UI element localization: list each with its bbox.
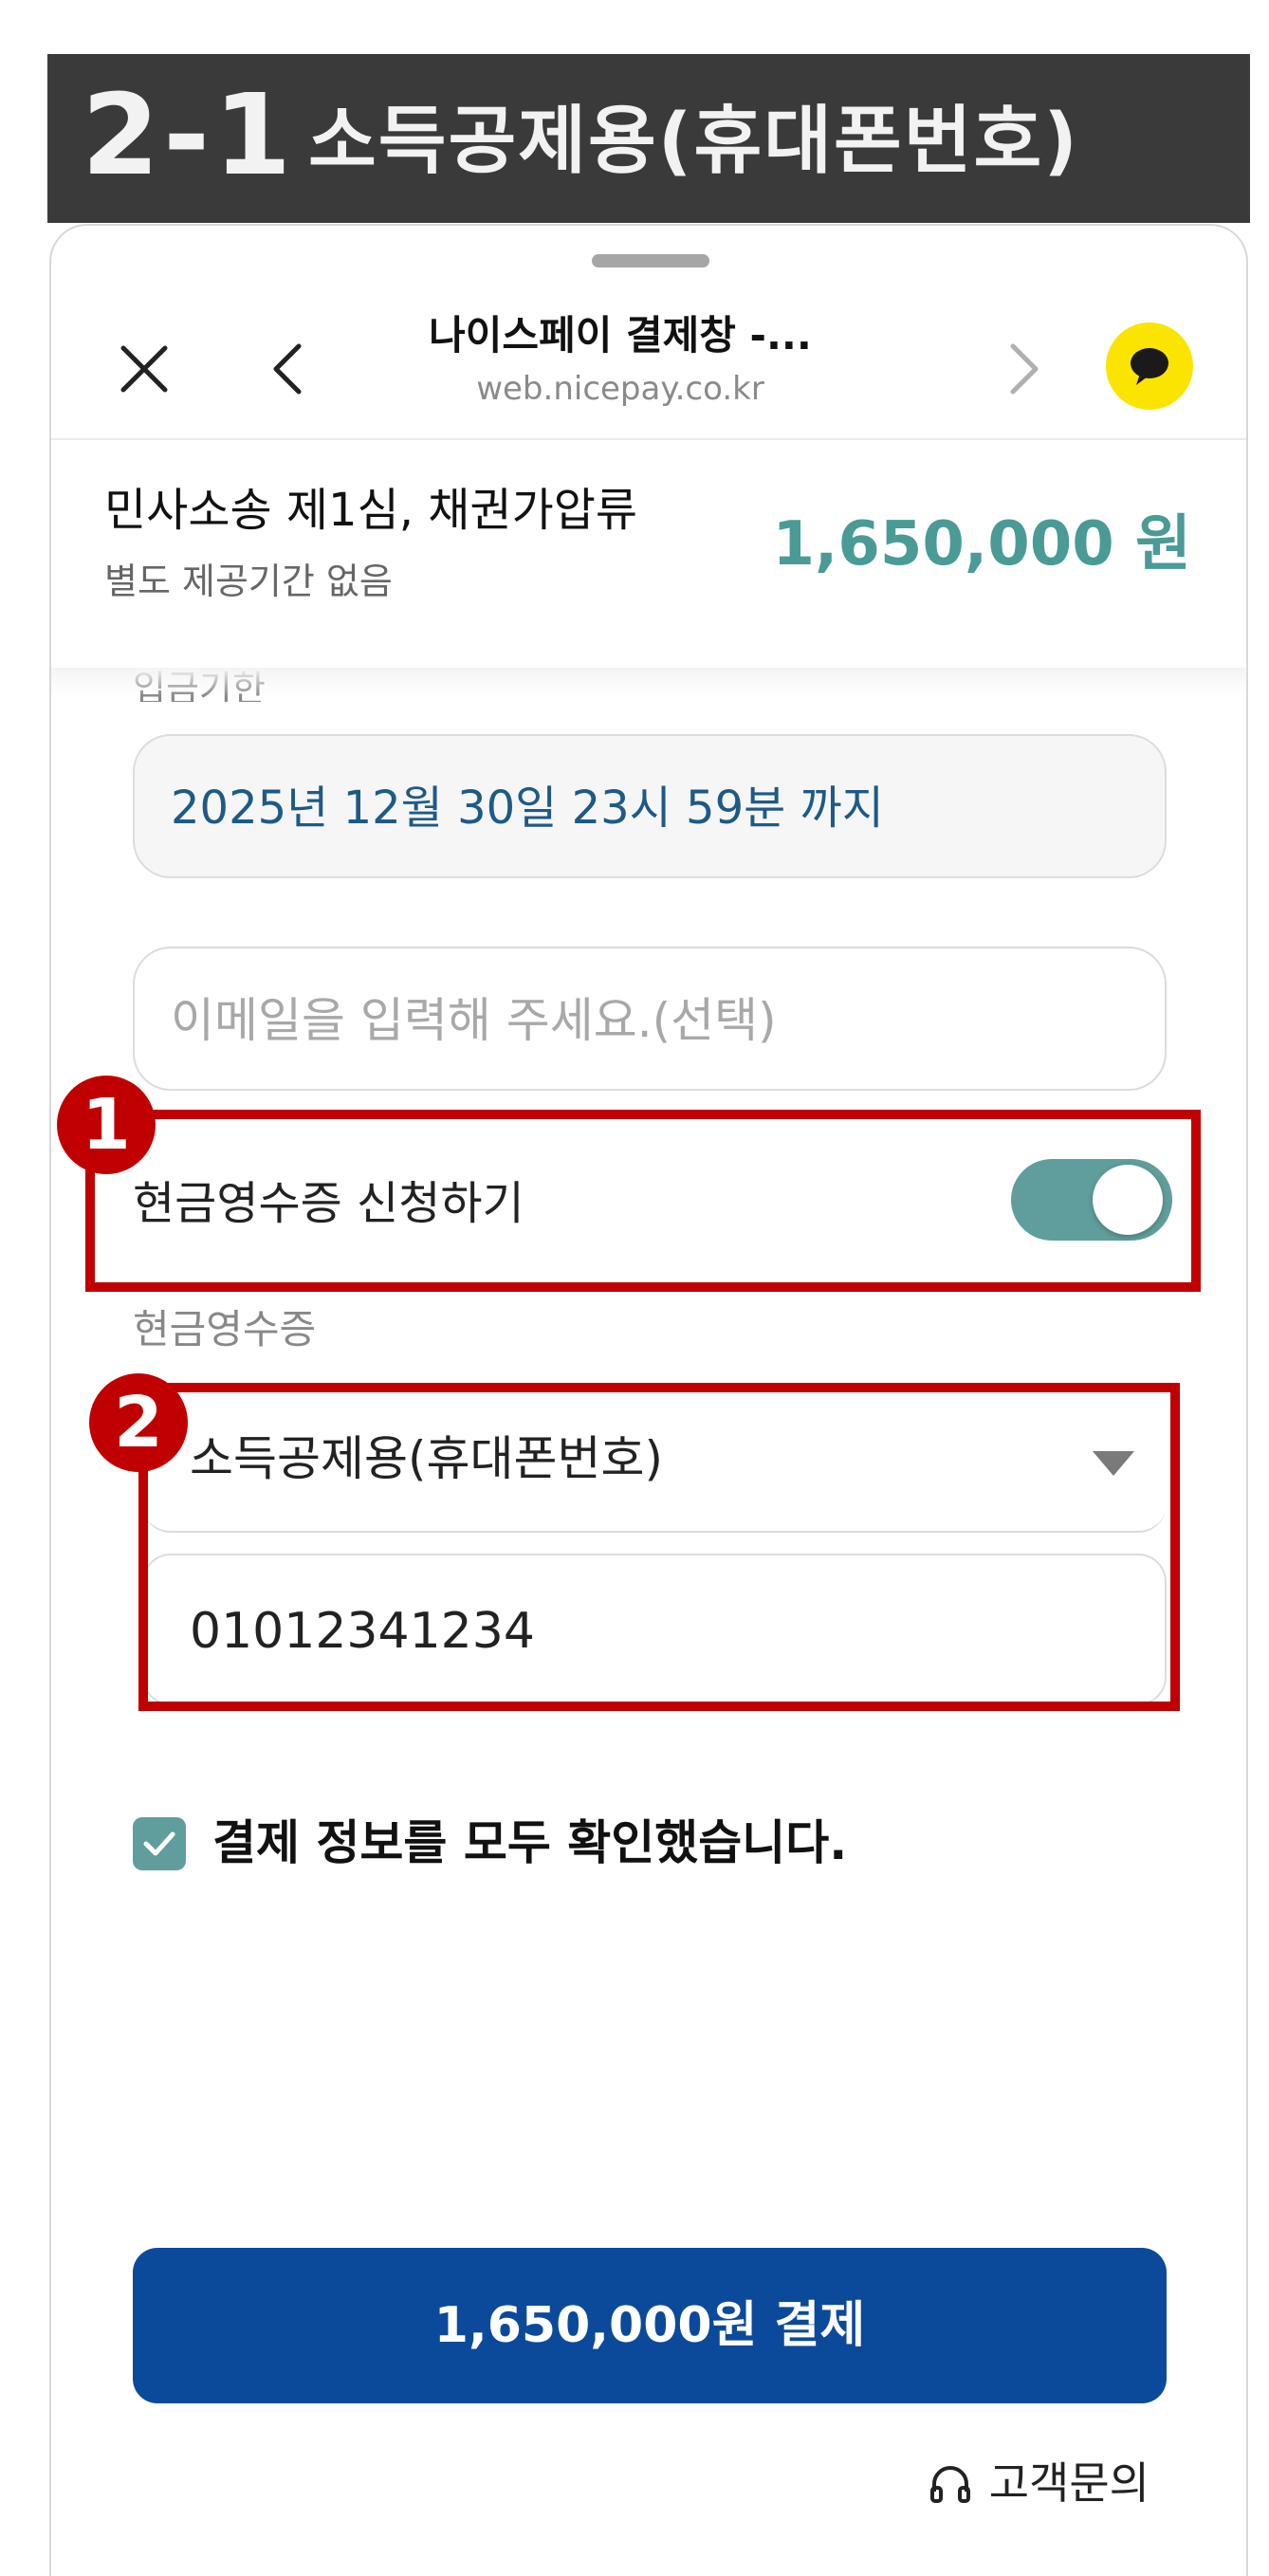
highlight-box-2 xyxy=(138,1383,1180,1711)
order-subtitle: 별도 제공기간 없음 xyxy=(104,561,393,602)
deadline-value: 2025년 12월 30일 23시 59분 까지 xyxy=(171,782,884,835)
step-badge-1: 1 xyxy=(57,1076,156,1174)
drag-handle[interactable] xyxy=(592,254,709,267)
pay-button[interactable]: 1,650,000원 결제 xyxy=(133,2248,1167,2403)
deadline-field: 2025년 12월 30일 23시 59분 까지 xyxy=(133,734,1167,878)
order-title: 민사소송 제1심, 채권가압류 xyxy=(104,484,638,537)
page-title: 나이스페이 결제창 -... xyxy=(429,312,812,359)
email-input[interactable] xyxy=(169,988,1121,1053)
highlight-box-1 xyxy=(85,1110,1201,1292)
header-divider xyxy=(51,438,1246,440)
back-icon[interactable] xyxy=(255,335,323,403)
close-icon[interactable] xyxy=(110,335,178,403)
step-badge-2: 2 xyxy=(89,1373,188,1472)
order-amount: 1,650,000 원 xyxy=(772,509,1191,580)
headset-icon xyxy=(929,2466,970,2503)
customer-support-label: 고객문의 xyxy=(988,2457,1149,2509)
check-icon xyxy=(143,1831,175,1856)
confirm-checkbox[interactable] xyxy=(133,1817,186,1870)
confirm-label[interactable]: 결제 정보를 모두 확인했습니다. xyxy=(212,1810,847,1876)
scroll-fade xyxy=(51,668,1246,696)
cash-receipt-label: 현금영수증 xyxy=(133,1306,317,1352)
step-title: 소득공제용(휴대폰번호) xyxy=(308,99,1079,184)
customer-support-link[interactable]: 고객문의 xyxy=(927,2453,1149,2513)
kakao-talk-icon[interactable] xyxy=(1106,322,1193,410)
email-field[interactable] xyxy=(133,947,1167,1091)
step-banner: 2-1 소득공제용(휴대폰번호) xyxy=(47,54,1250,223)
payment-sheet: 나이스페이 결제창 -... web.nicepay.co.kr 민사소송 제1… xyxy=(49,224,1248,2576)
step-number: 2-1 xyxy=(82,69,296,200)
forward-icon[interactable] xyxy=(988,335,1057,403)
page-url: web.nicepay.co.kr xyxy=(476,370,764,408)
